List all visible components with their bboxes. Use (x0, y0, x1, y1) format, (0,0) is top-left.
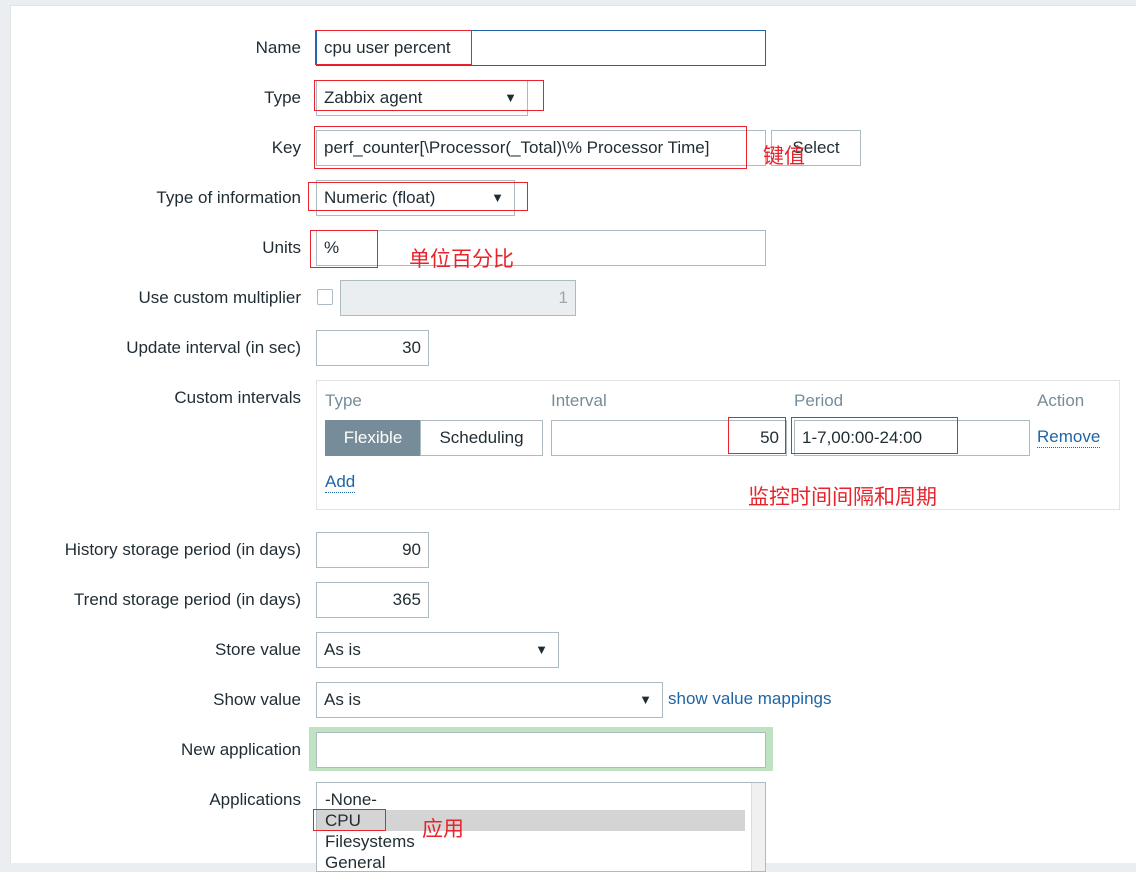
name-label: Name (255, 38, 301, 57)
application-option[interactable]: CPU (317, 810, 745, 831)
history-input[interactable]: 90 (316, 532, 429, 568)
applications-label: Applications (209, 790, 301, 809)
key-input[interactable]: perf_counter[\Processor(_Total)\% Proces… (316, 130, 766, 166)
annotation-units-text: 单位百分比 (409, 247, 514, 271)
update-interval-label: Update interval (in sec) (126, 338, 301, 357)
intervals-header-interval: Interval (551, 391, 607, 410)
history-label: History storage period (in days) (64, 540, 301, 559)
new-application-input[interactable] (316, 732, 766, 768)
dropdown-arrow-icon: ▼ (535, 642, 548, 657)
custom-intervals-label: Custom intervals (174, 388, 301, 407)
annotation-applications-text: 应用 (422, 817, 464, 841)
applications-scrollbar[interactable] (751, 783, 765, 871)
units-input[interactable]: % (316, 230, 766, 266)
application-option[interactable]: Filesystems (317, 831, 745, 852)
type-of-information-value: Numeric (float) (324, 188, 436, 207)
update-interval-input[interactable]: 30 (316, 330, 429, 366)
intervals-header-period: Period (794, 391, 844, 410)
store-value-select[interactable]: As is ▼ (316, 632, 559, 668)
item-form-panel: Name cpu user percent Type Zabbix agent … (10, 5, 1136, 872)
show-value-select[interactable]: As is ▼ (316, 682, 663, 718)
application-option[interactable]: General (317, 852, 745, 871)
show-value-value: As is (324, 690, 361, 709)
custom-multiplier-label: Use custom multiplier (138, 288, 302, 307)
remove-interval-link[interactable]: Remove (1037, 427, 1101, 448)
dropdown-arrow-icon: ▼ (639, 692, 652, 707)
type-label: Type (264, 88, 301, 107)
interval-input[interactable]: 50 (551, 420, 787, 456)
type-of-information-select[interactable]: Numeric (float) ▼ (316, 180, 515, 216)
store-value-label: Store value (215, 640, 301, 659)
new-application-label: New application (180, 740, 301, 759)
custom-multiplier-checkbox[interactable] (317, 289, 333, 305)
name-input[interactable]: cpu user percent (316, 30, 766, 66)
custom-multiplier-input: 1 (340, 280, 576, 316)
type-of-information-label: Type of information (156, 188, 301, 207)
scheduling-toggle[interactable]: Scheduling (420, 420, 543, 456)
add-interval-link[interactable]: Add (325, 472, 356, 493)
units-label: Units (262, 238, 301, 257)
intervals-header-action: Action (1037, 391, 1085, 410)
trends-label: Trend storage period (in days) (73, 590, 301, 609)
intervals-header-type: Type (325, 391, 362, 410)
annotation-key-text: 键值 (763, 144, 805, 168)
dropdown-arrow-icon: ▼ (491, 190, 504, 205)
dropdown-arrow-icon: ▼ (504, 90, 517, 105)
flexible-toggle[interactable]: Flexible (325, 420, 421, 456)
type-select-value: Zabbix agent (324, 88, 423, 107)
type-select[interactable]: Zabbix agent ▼ (316, 80, 528, 116)
key-label: Key (271, 138, 301, 157)
period-input[interactable]: 1-7,00:00-24:00 (794, 420, 1030, 456)
annotation-intervals-text: 监控时间间隔和周期 (748, 485, 937, 509)
trends-input[interactable]: 365 (316, 582, 429, 618)
show-value-mappings-link[interactable]: show value mappings (668, 689, 831, 709)
application-option[interactable]: -None- (317, 789, 745, 810)
store-value-value: As is (324, 640, 361, 659)
applications-listbox[interactable]: -None- CPU Filesystems General (316, 782, 766, 872)
show-value-label: Show value (213, 690, 301, 709)
